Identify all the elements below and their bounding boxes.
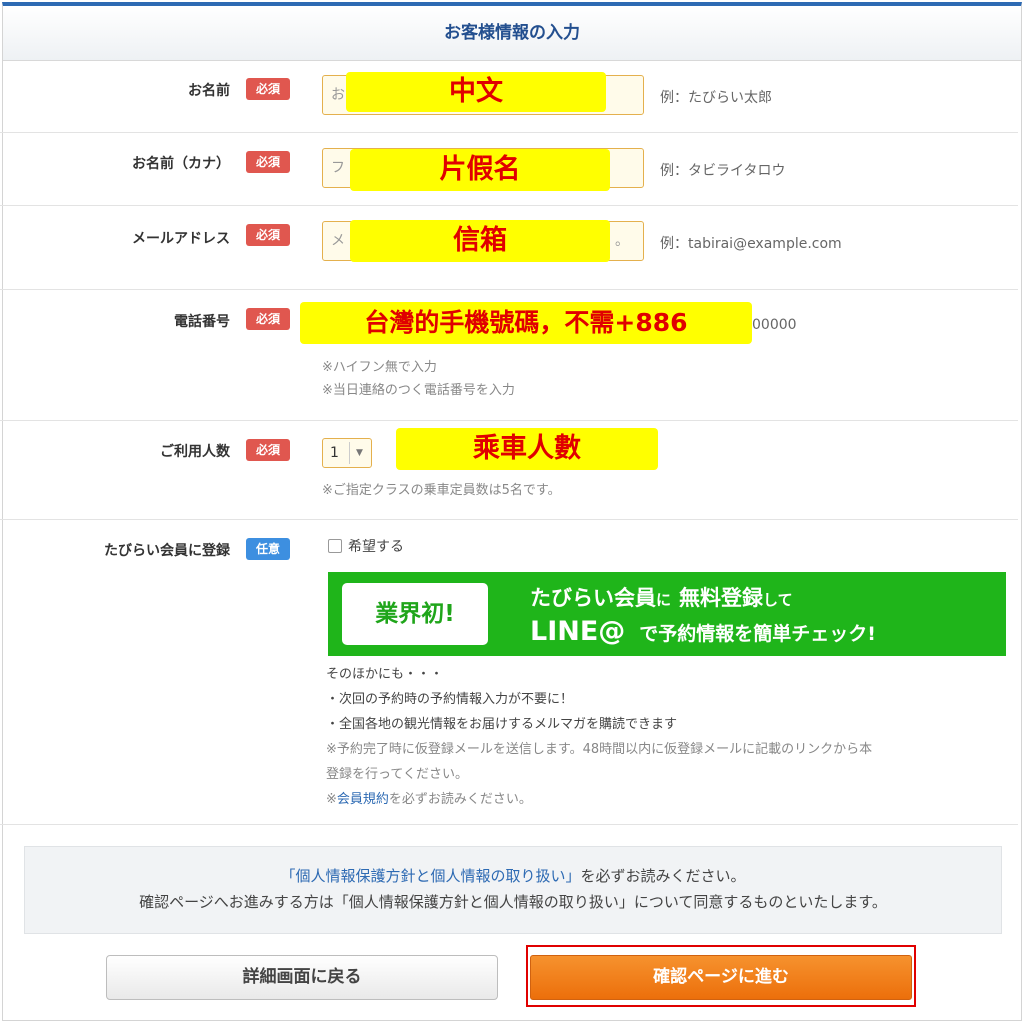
- privacy-line-1: 「個人情報保護方針と個人情報の取り扱い」を必ずお読みください。: [25, 865, 1001, 886]
- annotation-passengers: 乘車人數: [396, 428, 658, 470]
- passengers-select[interactable]: 1 ▼: [322, 438, 372, 468]
- phone-note-2: ※当日連絡のつく電話番号を入力: [322, 383, 515, 398]
- phone-example-tail: 00000: [752, 317, 797, 333]
- confirm-button[interactable]: 確認ページに進む: [530, 955, 912, 1000]
- terms-suffix: を必ずお読みください。: [388, 792, 532, 807]
- member-gray-note: 登録を行ってください。: [326, 767, 468, 782]
- member-line: ・次回の予約時の予約情報入力が不要に！: [326, 692, 574, 707]
- banner-text-a: たびらい会員: [530, 586, 656, 610]
- email-placeholder-start: メ: [331, 233, 345, 249]
- annotation-name: 中文: [346, 72, 606, 112]
- section-header: お客様情報の入力: [3, 6, 1021, 61]
- annotation-phone: 台灣的手機號碼，不需+886: [300, 302, 752, 344]
- required-badge: 必須: [246, 439, 290, 461]
- banner-badge: 業界初!: [342, 583, 488, 645]
- optional-badge: 任意: [246, 538, 290, 560]
- line-logo-text: LINE@: [530, 616, 626, 647]
- back-button[interactable]: 詳細画面に戻る: [106, 955, 498, 1000]
- privacy-notice: 「個人情報保護方針と個人情報の取り扱い」を必ずお読みください。 確認ページへお進…: [24, 846, 1002, 934]
- member-terms-line: ※会員規約を必ずお読みください。: [326, 787, 872, 812]
- member-line: ・全国各地の観光情報をお届けするメルマガを購読できます: [326, 717, 678, 732]
- privacy-policy-link[interactable]: 「個人情報保護方針と個人情報の取り扱い」: [280, 867, 580, 885]
- section-title: お客様情報の入力: [444, 23, 580, 43]
- member-line: そのほかにも・・・: [326, 667, 444, 682]
- banner-text-e: で予約情報を簡単チェック!: [639, 623, 876, 645]
- banner-subline: LINE@ で予約情報を簡単チェック!: [530, 616, 876, 647]
- terms-link[interactable]: 会員規約: [337, 792, 389, 807]
- member-checkbox-label: 希望する: [348, 539, 404, 555]
- required-badge: 必須: [246, 151, 290, 173]
- terms-prefix: ※: [326, 792, 337, 807]
- kana-label: お名前（カナ）: [132, 156, 230, 172]
- kana-example: 例：タビライタロウ: [660, 163, 786, 179]
- phone-note-1: ※ハイフン無で入力: [322, 360, 437, 375]
- name-label: お名前: [188, 83, 230, 99]
- required-badge: 必須: [246, 78, 290, 100]
- banner-headline: たびらい会員に 無料登録して: [530, 582, 793, 612]
- kana-placeholder: フ: [331, 160, 345, 176]
- member-checkbox[interactable]: [328, 539, 342, 553]
- passengers-note: ※ご指定クラスの乗車定員数は5名です。: [322, 483, 561, 498]
- line-banner[interactable]: ヽ ノ 業界初! たびらい会員に無料登録して LINE@で予約情報を簡単チェック…: [328, 572, 1006, 656]
- banner-text-b: に: [656, 591, 672, 609]
- name-placeholder: お: [331, 87, 345, 103]
- required-badge: 必須: [246, 224, 290, 246]
- email-placeholder-end: 。: [615, 233, 629, 249]
- passengers-value: 1: [330, 445, 339, 461]
- annotation-kana: 片假名: [350, 149, 610, 191]
- banner-text-c: 無料登録: [679, 586, 764, 610]
- privacy-line-2: 確認ページへお進みする方は「個人情報保護方針と個人情報の取り扱い」について同意す…: [139, 893, 887, 911]
- passengers-label: ご利用人数: [160, 444, 230, 460]
- email-example: 例：tabirai@example.com: [660, 236, 842, 252]
- member-benefits: そのほかにも・・・ ・次回の予約時の予約情報入力が不要に！ ・全国各地の観光情報…: [326, 662, 872, 812]
- annotation-email: 信箱: [350, 220, 610, 262]
- privacy-line-1-suffix: を必ずお読みください。: [580, 867, 746, 885]
- email-label: メールアドレス: [132, 231, 230, 247]
- name-example: 例：たびらい太郎: [660, 90, 772, 106]
- member-label: たびらい会員に登録: [104, 543, 230, 559]
- member-gray-note: ※予約完了時に仮登録メールを送信します。48時間以内に仮登録メールに記載のリンク…: [326, 742, 873, 757]
- chevron-down-icon: ▼: [349, 442, 369, 464]
- required-badge: 必須: [246, 308, 290, 330]
- member-opt-in[interactable]: 希望する: [328, 536, 404, 556]
- banner-text-d: して: [763, 591, 793, 609]
- phone-label: 電話番号: [174, 314, 230, 330]
